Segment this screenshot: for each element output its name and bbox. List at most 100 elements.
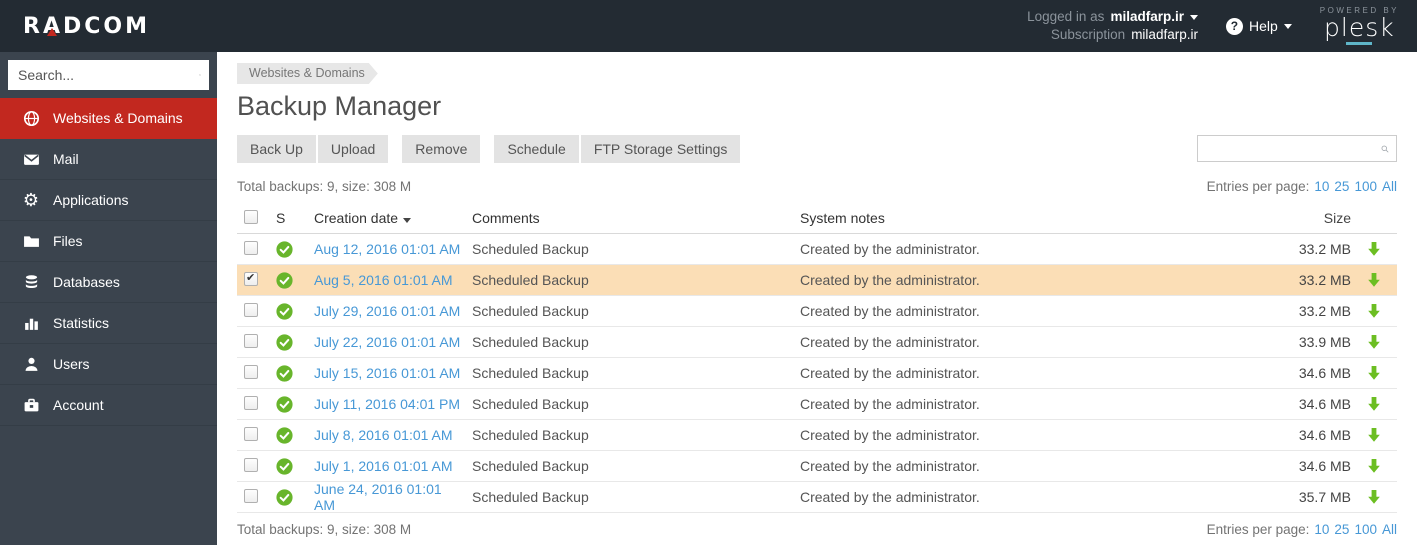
row-checkbox[interactable] xyxy=(244,302,258,317)
download-icon[interactable] xyxy=(1367,241,1381,257)
row-checkbox[interactable] xyxy=(244,457,258,472)
sidebar-item-statistics[interactable]: Statistics xyxy=(0,303,217,344)
download-icon[interactable] xyxy=(1367,365,1381,381)
upload-button[interactable]: Upload xyxy=(317,135,389,163)
sidebar-item-files[interactable]: Files xyxy=(0,221,217,262)
status-ok-icon xyxy=(276,302,293,320)
backup-date-link[interactable]: Aug 12, 2016 01:01 AM xyxy=(314,241,460,257)
status-ok-icon xyxy=(276,488,293,506)
sidebar-item-account[interactable]: Account xyxy=(0,385,217,426)
entries-option-100[interactable]: 100 xyxy=(1354,179,1377,194)
entries-option-all[interactable]: All xyxy=(1382,179,1397,194)
question-mark-icon: ? xyxy=(1225,17,1243,35)
row-checkbox[interactable] xyxy=(244,240,258,255)
backup-date-link[interactable]: July 8, 2016 01:01 AM xyxy=(314,427,453,443)
backup-date-link[interactable]: July 11, 2016 04:01 PM xyxy=(314,396,460,412)
sidebar-search xyxy=(8,60,209,90)
select-all-checkbox[interactable] xyxy=(244,209,258,224)
current-user-menu[interactable]: miladfarp.ir xyxy=(1110,8,1184,26)
entries-per-page: Entries per page: 10 25 100 All xyxy=(1207,179,1397,194)
table-row: Aug 5, 2016 01:01 AM Scheduled Backup Cr… xyxy=(237,265,1397,296)
status-ok-icon xyxy=(276,426,293,444)
table-row: July 8, 2016 01:01 AM Scheduled Backup C… xyxy=(237,420,1397,451)
schedule-button[interactable]: Schedule xyxy=(494,135,579,163)
status-ok-icon xyxy=(276,271,293,289)
total-backups-summary: Total backups: 9, size: 308 M xyxy=(237,179,412,194)
chevron-down-icon[interactable] xyxy=(1189,14,1198,20)
toolbar-button-group: Remove xyxy=(402,135,481,163)
plesk-logo: POWERED BY plesk xyxy=(1320,7,1399,45)
download-icon[interactable] xyxy=(1367,489,1381,505)
backup-date-link[interactable]: July 1, 2016 01:01 AM xyxy=(314,458,453,474)
entries-per-page: Entries per page: 10 25 100 All xyxy=(1207,522,1397,537)
backup-date-link[interactable]: July 22, 2016 01:01 AM xyxy=(314,334,460,350)
toolbar: Back Up Upload Remove Schedule FTP Storage S… xyxy=(237,135,741,163)
backup-size: 35.7 MB xyxy=(1298,489,1351,505)
download-icon[interactable] xyxy=(1367,458,1381,474)
download-icon[interactable] xyxy=(1367,272,1381,288)
backup-note: Created by the administrator. xyxy=(800,396,980,412)
top-bar: RADCOM Logged in as miladfarp.ir Subscri… xyxy=(0,0,1417,52)
download-icon[interactable] xyxy=(1367,303,1381,319)
bar-chart-icon xyxy=(22,314,40,332)
toolbar-button-group: Schedule FTP Storage Settings xyxy=(494,135,741,163)
sidebar-item-applications[interactable]: ⚙ Applications xyxy=(0,180,217,221)
download-icon[interactable] xyxy=(1367,334,1381,350)
backup-date-link[interactable]: July 29, 2016 01:01 AM xyxy=(314,303,460,319)
backup-size: 34.6 MB xyxy=(1298,427,1351,443)
backup-date-link[interactable]: Aug 5, 2016 01:01 AM xyxy=(314,272,453,288)
row-checkbox[interactable] xyxy=(244,488,258,503)
help-menu[interactable]: ? Help xyxy=(1225,17,1292,35)
table-row: July 29, 2016 01:01 AM Scheduled Backup … xyxy=(237,296,1397,327)
database-icon xyxy=(22,273,40,291)
plesk-underline xyxy=(1346,42,1373,45)
backup-comment: Scheduled Backup xyxy=(472,241,589,257)
table-row: June 24, 2016 01:01 AM Scheduled Backup … xyxy=(237,481,1397,513)
entries-option-10[interactable]: 10 xyxy=(1314,179,1329,194)
remove-button[interactable]: Remove xyxy=(402,135,481,163)
backup-comment: Scheduled Backup xyxy=(472,365,589,381)
backup-date-link[interactable]: July 15, 2016 01:01 AM xyxy=(314,365,460,381)
search-icon[interactable] xyxy=(199,67,201,83)
search-icon[interactable] xyxy=(1381,141,1389,157)
row-checkbox[interactable] xyxy=(244,395,258,410)
download-icon[interactable] xyxy=(1367,427,1381,443)
backup-note: Created by the administrator. xyxy=(800,334,980,350)
row-checkbox[interactable] xyxy=(244,426,258,441)
sidebar-item-users[interactable]: Users xyxy=(0,344,217,385)
logged-in-as-label: Logged in as xyxy=(1027,9,1105,24)
backup-comment: Scheduled Backup xyxy=(472,458,589,474)
backup-date-link[interactable]: June 24, 2016 01:01 AM xyxy=(314,481,442,513)
sidebar-item-databases[interactable]: Databases xyxy=(0,262,217,303)
backup-note: Created by the administrator. xyxy=(800,241,980,257)
status-ok-icon xyxy=(276,333,293,351)
help-label: Help xyxy=(1248,18,1278,34)
entries-option-10[interactable]: 10 xyxy=(1314,522,1329,537)
sidebar-item-websites-domains[interactable]: Websites & Domains xyxy=(0,98,217,139)
size-column-header: Size xyxy=(1323,210,1351,226)
entries-option-25[interactable]: 25 xyxy=(1334,522,1349,537)
download-icon[interactable] xyxy=(1367,396,1381,412)
sidebar: Websites & Domains Mail ⚙ Applications F… xyxy=(0,52,217,545)
entries-option-25[interactable]: 25 xyxy=(1334,179,1349,194)
ftp-storage-settings-button[interactable]: FTP Storage Settings xyxy=(580,135,741,163)
creation-date-column-header[interactable]: Creation date xyxy=(307,210,465,226)
globe-icon xyxy=(22,109,40,127)
radcom-logo: RADCOM xyxy=(23,14,150,39)
logo-text: RADCOM xyxy=(23,13,150,39)
mail-icon xyxy=(22,150,40,168)
sort-desc-icon xyxy=(403,218,412,223)
backup-size: 34.6 MB xyxy=(1298,396,1351,412)
list-search-input[interactable] xyxy=(1205,141,1381,156)
entries-option-100[interactable]: 100 xyxy=(1354,522,1377,537)
row-checkbox[interactable] xyxy=(244,271,258,286)
sidebar-item-mail[interactable]: Mail xyxy=(0,139,217,180)
row-checkbox[interactable] xyxy=(244,333,258,348)
back-up-button[interactable]: Back Up xyxy=(237,135,316,163)
breadcrumb[interactable]: Websites & Domains xyxy=(237,63,378,84)
gear-icon: ⚙ xyxy=(22,190,40,210)
backup-size: 34.6 MB xyxy=(1298,458,1351,474)
entries-option-all[interactable]: All xyxy=(1382,522,1397,537)
sidebar-search-input[interactable] xyxy=(18,67,199,83)
row-checkbox[interactable] xyxy=(244,364,258,379)
